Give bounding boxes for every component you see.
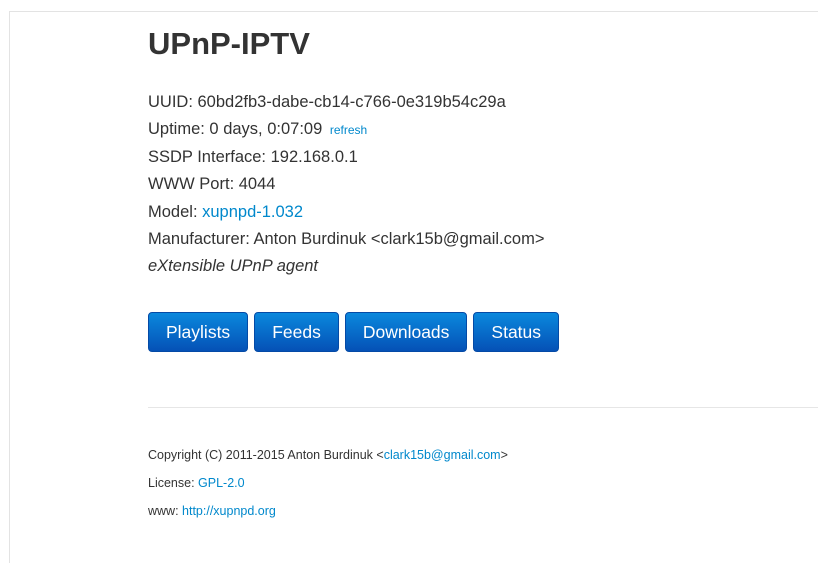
refresh-link[interactable]: refresh (330, 123, 367, 137)
license-link[interactable]: GPL-2.0 (198, 476, 245, 490)
uptime-text: Uptime: 0 days, 0:07:09 (148, 120, 323, 139)
license-label: License: (148, 476, 199, 490)
license-row: License: GPL-2.0 (148, 469, 508, 497)
manufacturer-text: Manufacturer: Anton Burdinuk <clark15b@g… (148, 229, 545, 248)
feeds-button[interactable]: Feeds (254, 312, 339, 352)
www-label: www: (148, 504, 183, 518)
www-port-text: WWW Port: 4044 (148, 175, 276, 194)
copyright-email-link[interactable]: clark15b@gmail.com (384, 448, 501, 462)
copyright-prefix: Copyright (C) 2011-2015 Anton Burdinuk < (148, 448, 384, 462)
playlists-button[interactable]: Playlists (148, 312, 249, 352)
uuid-text: UUID: 60bd2fb3-dabe-cb14-c766-0e319b54c2… (148, 93, 506, 111)
model-label: Model: (148, 202, 203, 221)
ssdp-interface-text: SSDP Interface: 192.168.0.1 (148, 147, 358, 166)
footer-divider (148, 407, 818, 408)
downloads-button[interactable]: Downloads (344, 312, 468, 352)
status-button[interactable]: Status (473, 312, 560, 352)
model-row: Model: xupnpd-1.032 (148, 199, 544, 226)
uptime-row: Uptime: 0 days, 0:07:09 refresh (148, 116, 544, 143)
nav-buttons: Playlists Feeds Downloads Status (148, 312, 560, 352)
copyright-suffix: > (500, 448, 508, 462)
www-link[interactable]: http://xupnpd.org (182, 504, 276, 518)
footer: Copyright (C) 2011-2015 Anton Burdinuk <… (148, 441, 508, 525)
page-title: UPnP-IPTV (148, 26, 310, 61)
copyright-row: Copyright (C) 2011-2015 Anton Burdinuk <… (148, 441, 508, 469)
model-link[interactable]: xupnpd-1.032 (202, 203, 303, 221)
tagline-text: eXtensible UPnP agent (148, 257, 319, 276)
device-info: UUID: 60bd2fb3-dabe-cb14-c766-0e319b54c2… (148, 89, 544, 281)
www-row: www: http://xupnpd.org (148, 497, 508, 525)
